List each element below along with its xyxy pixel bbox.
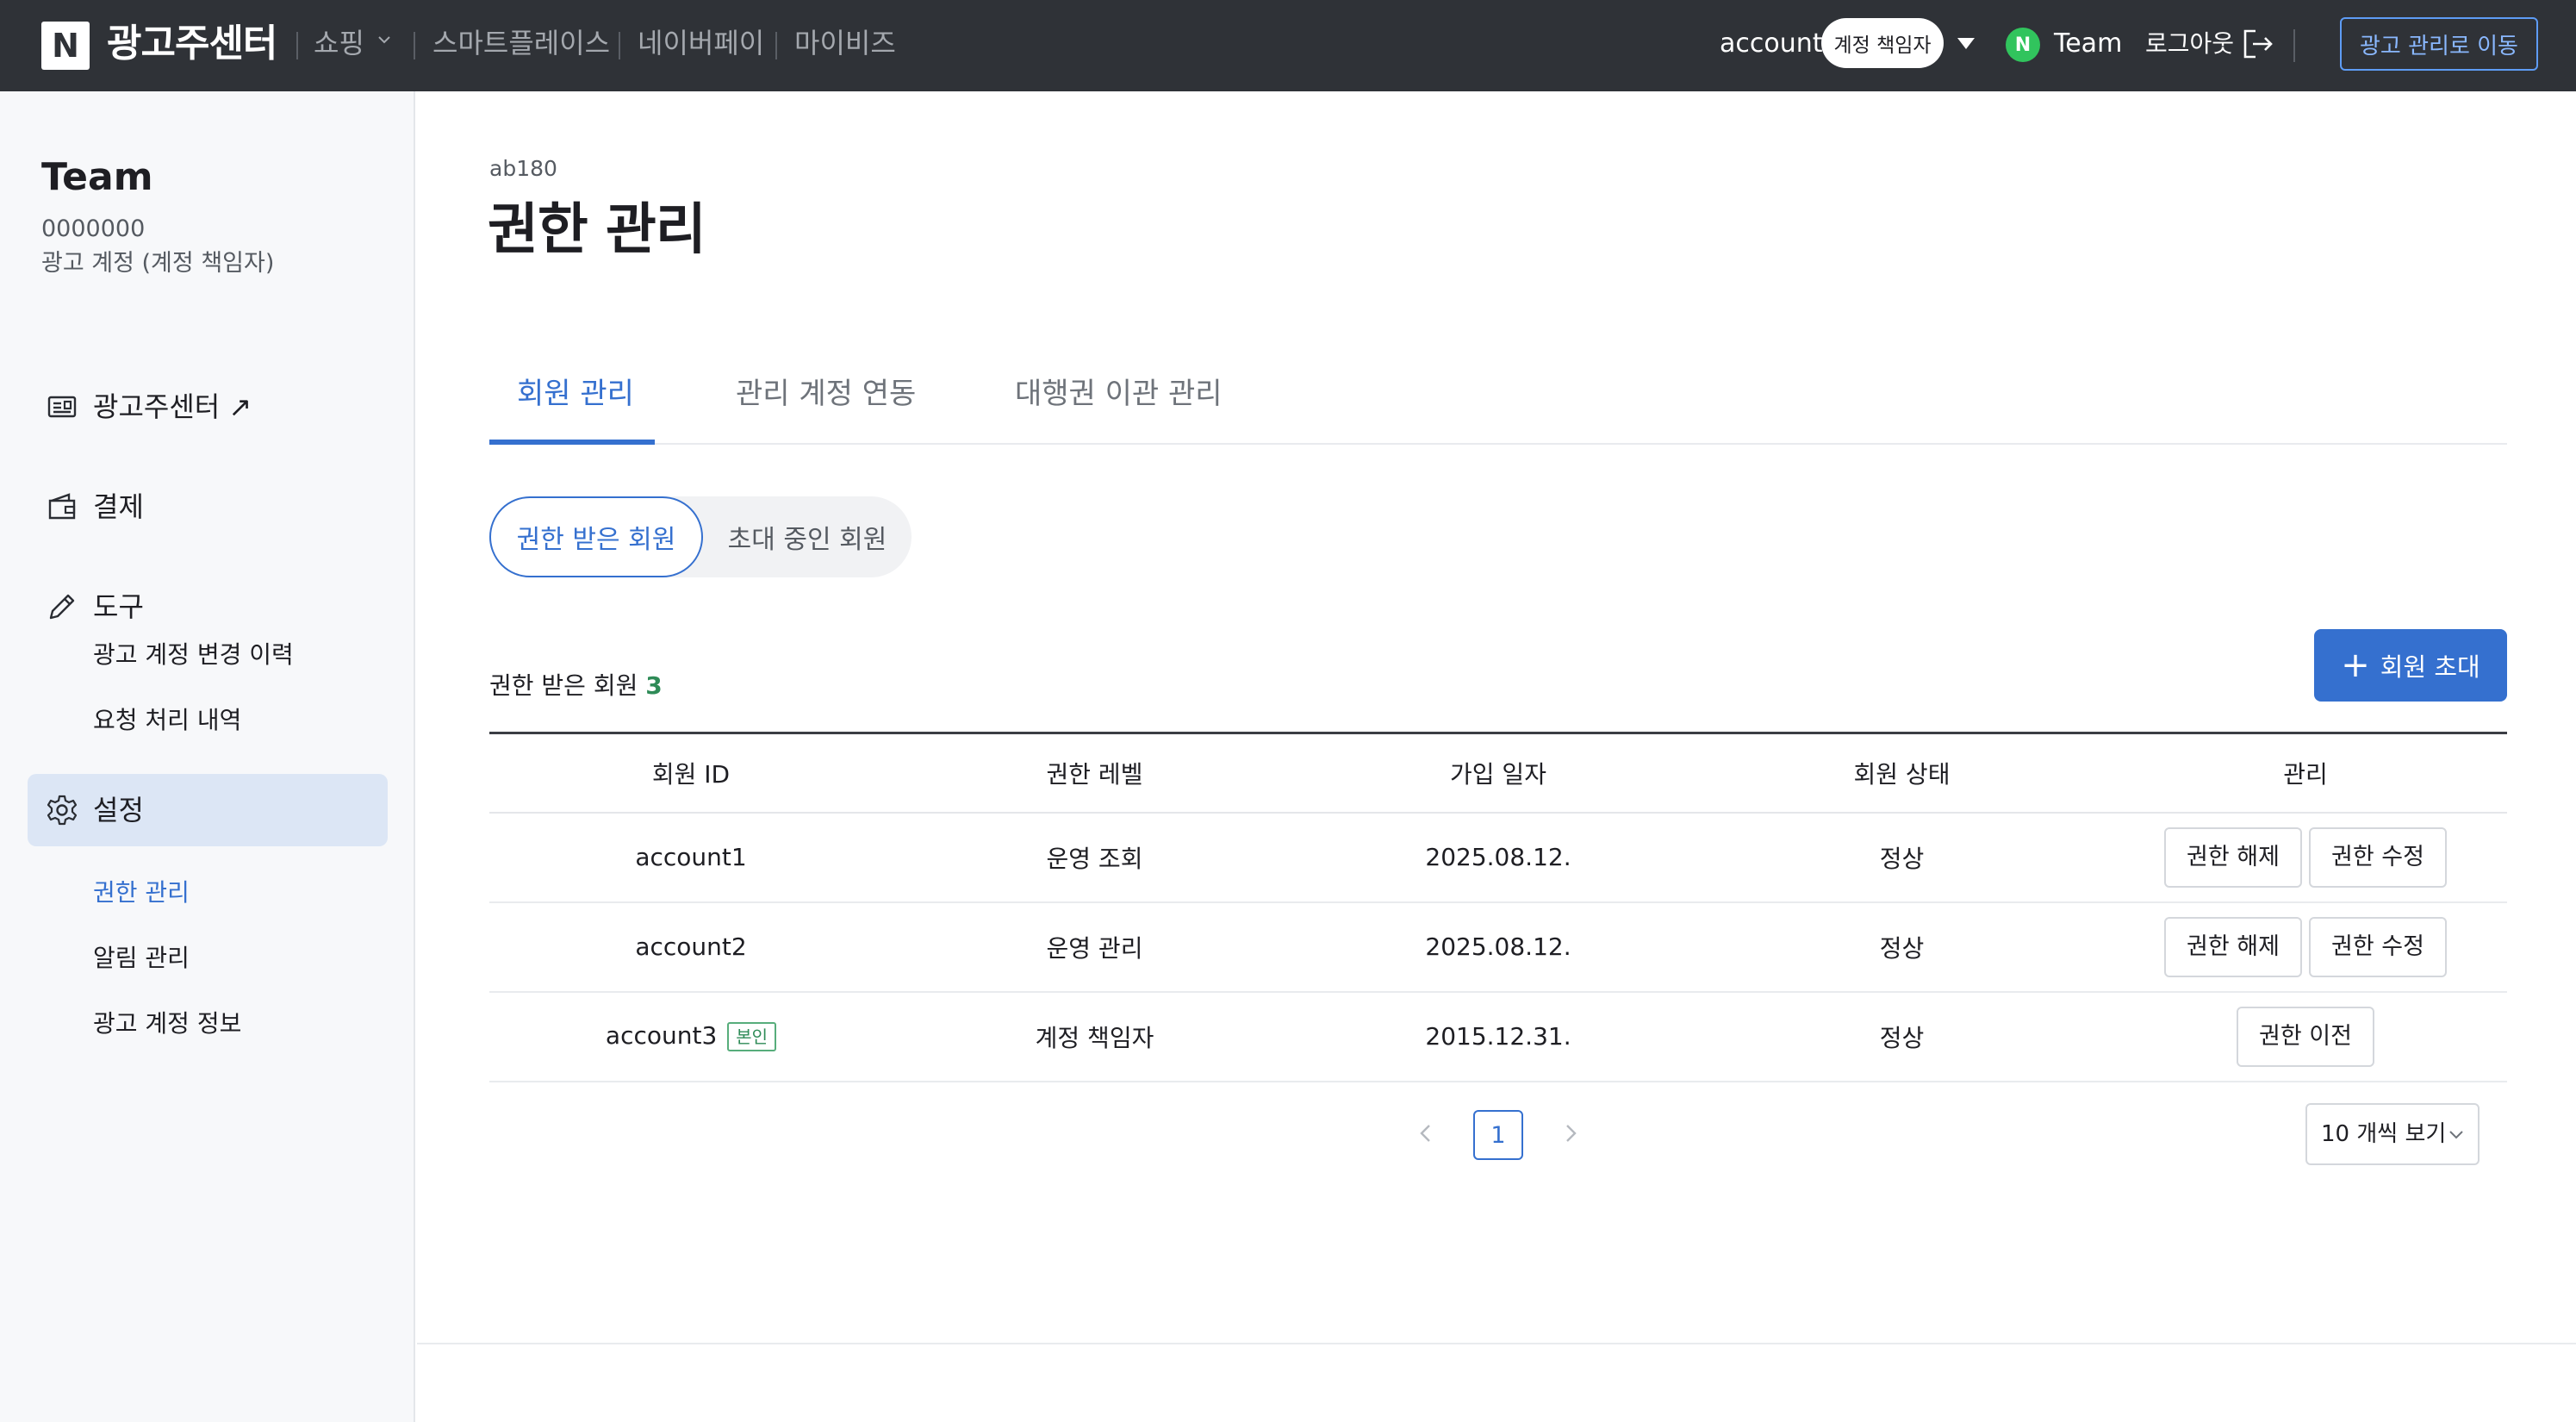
per-page-select[interactable]: 10 개씩 보기 xyxy=(2305,1103,2480,1165)
table-row: account1 운영 조회 2025.08.12. 정상 권한 해제 권한 수정 xyxy=(489,812,2507,903)
member-status: 정상 xyxy=(1700,991,2104,1082)
divider xyxy=(775,32,777,59)
sidebar-item-label: 결제 xyxy=(93,490,144,523)
sidebar-item-ad-center[interactable]: 광고주센터 ↗ xyxy=(28,371,388,443)
sidebar-subitem-account-info[interactable]: 광고 계정 정보 xyxy=(93,1007,241,1041)
segment-invited-members[interactable]: 초대 중인 회원 xyxy=(703,496,912,577)
member-id: account3 xyxy=(605,1021,718,1050)
sidebar-subitem-request-history[interactable]: 요청 처리 내역 xyxy=(93,703,241,738)
page-number-current[interactable]: 1 xyxy=(1473,1110,1523,1160)
page-title: 권한 관리 xyxy=(488,198,706,262)
member-id: account2 xyxy=(489,901,893,993)
sidebar-subitem-notification-management[interactable]: 알림 관리 xyxy=(93,941,190,976)
nav-naverpay[interactable]: 네이버페이 xyxy=(638,24,764,62)
gear-icon xyxy=(47,795,78,826)
column-header: 권한 레벨 xyxy=(893,732,1297,814)
invite-member-label: 회원 초대 xyxy=(2380,652,2480,682)
footer-divider xyxy=(417,1343,2576,1344)
sidebar-subitem-account-change-history[interactable]: 광고 계정 변경 이력 xyxy=(93,638,294,672)
per-page-value: 10 개씩 보기 xyxy=(2321,1121,2447,1147)
revoke-permission-button[interactable]: 권한 해제 xyxy=(2164,826,2302,888)
chevron-right-icon[interactable] xyxy=(1558,1120,1584,1146)
divider xyxy=(619,32,620,59)
divider xyxy=(296,32,298,59)
nav-smartplace[interactable]: 스마트플레이스 xyxy=(432,24,610,62)
pencil-icon xyxy=(49,594,75,620)
invite-member-button[interactable]: + 회원 초대 xyxy=(2314,629,2507,702)
naver-logo[interactable]: N xyxy=(41,22,90,70)
member-id-cell: account3 본인 xyxy=(489,991,893,1082)
join-date: 2025.08.12. xyxy=(1297,812,1700,903)
member-count-value: 3 xyxy=(645,671,663,700)
sidebar-team-name: Team xyxy=(41,155,153,199)
ad-center-icon xyxy=(47,396,77,418)
revoke-permission-button[interactable]: 권한 해제 xyxy=(2164,916,2302,977)
actions-cell: 권한 해제 권한 수정 xyxy=(2104,812,2507,903)
actions-cell: 권한 해제 권한 수정 xyxy=(2104,901,2507,993)
member-status: 정상 xyxy=(1700,901,2104,993)
wallet-icon xyxy=(48,493,76,520)
go-to-ad-management-button[interactable]: 광고 관리로 이동 xyxy=(2340,17,2538,71)
member-id: account1 xyxy=(489,812,893,903)
role-badge[interactable]: 계정 책임자 xyxy=(1821,18,1944,68)
team-name[interactable]: Team xyxy=(2054,24,2122,64)
permission-level: 계정 책임자 xyxy=(893,991,1297,1082)
actions-cell: 권한 이전 xyxy=(2104,991,2507,1082)
edit-permission-button[interactable]: 권한 수정 xyxy=(2309,826,2447,888)
tab-member-management[interactable]: 회원 관리 xyxy=(517,372,634,415)
table-header-row: 회원 ID 권한 레벨 가입 일자 회원 상태 관리 xyxy=(489,732,2507,814)
chevron-down-icon[interactable] xyxy=(377,33,391,47)
sidebar-account-type: 광고 계정 (계정 책임자) xyxy=(41,250,275,277)
chevron-left-icon[interactable] xyxy=(1413,1120,1439,1146)
permission-level: 운영 조회 xyxy=(893,812,1297,903)
sidebar-subitem-permission-management[interactable]: 권한 관리 xyxy=(93,876,190,910)
members-table: 회원 ID 권한 레벨 가입 일자 회원 상태 관리 account1 운영 조… xyxy=(489,732,2507,1082)
permission-level: 운영 관리 xyxy=(893,901,1297,993)
tabs-divider xyxy=(489,443,2507,445)
edit-permission-button[interactable]: 권한 수정 xyxy=(2309,916,2447,977)
transfer-permission-button[interactable]: 권한 이전 xyxy=(2237,1006,2374,1067)
join-date: 2015.12.31. xyxy=(1297,991,1700,1082)
sidebar-item-label: 광고주센터 ↗ xyxy=(93,390,252,423)
top-bar: N 광고주센터 쇼핑 스마트플레이스 네이버페이 마이비즈 account 계정… xyxy=(0,0,2576,91)
sidebar: Team 0000000 광고 계정 (계정 책임자) 광고주센터 ↗ 결제 도… xyxy=(0,91,415,1422)
divider xyxy=(2293,29,2295,62)
tab-agency-transfer[interactable]: 대행권 이관 관리 xyxy=(1015,372,1223,415)
member-count-label: 권한 받은 회원 xyxy=(489,671,638,700)
sidebar-account-id: 0000000 xyxy=(41,215,146,242)
chevron-down-icon xyxy=(2449,1131,2463,1139)
table-row: account2 운영 관리 2025.08.12. 정상 권한 해제 권한 수정 xyxy=(489,901,2507,993)
self-badge: 본인 xyxy=(727,1022,777,1051)
member-status: 정상 xyxy=(1700,812,2104,903)
team-avatar: N xyxy=(2006,28,2040,62)
column-header: 회원 ID xyxy=(489,732,893,814)
tab-managed-account-link[interactable]: 관리 계정 연동 xyxy=(736,372,916,415)
active-tab-indicator xyxy=(489,440,655,445)
column-header: 가입 일자 xyxy=(1297,732,1700,814)
account-name[interactable]: account xyxy=(1720,24,1823,64)
account-dropdown-icon[interactable] xyxy=(1957,38,1975,49)
column-header: 회원 상태 xyxy=(1700,732,2104,814)
logout-link[interactable]: 로그아웃 xyxy=(2145,24,2234,64)
sidebar-item-label: 도구 xyxy=(93,590,144,623)
member-count: 권한 받은 회원 3 xyxy=(489,669,663,703)
table-row: account3 본인 계정 책임자 2015.12.31. 정상 권한 이전 xyxy=(489,991,2507,1082)
nav-mybiz[interactable]: 마이비즈 xyxy=(794,24,896,62)
breadcrumb: ab180 xyxy=(489,156,557,181)
join-date: 2025.08.12. xyxy=(1297,901,1700,993)
sidebar-item-tools[interactable]: 도구 xyxy=(28,571,388,643)
column-header: 관리 xyxy=(2104,732,2507,814)
plus-icon: + xyxy=(2341,646,2370,685)
sidebar-item-settings[interactable]: 설정 xyxy=(28,774,388,846)
logout-icon[interactable] xyxy=(2242,28,2274,59)
brand-title[interactable]: 광고주센터 xyxy=(107,14,277,74)
nav-shopping[interactable]: 쇼핑 xyxy=(314,24,364,62)
sidebar-item-payment[interactable]: 결제 xyxy=(28,471,388,543)
sidebar-item-label: 설정 xyxy=(93,794,144,826)
divider xyxy=(414,32,415,59)
segment-granted-members[interactable]: 권한 받은 회원 xyxy=(489,496,703,577)
